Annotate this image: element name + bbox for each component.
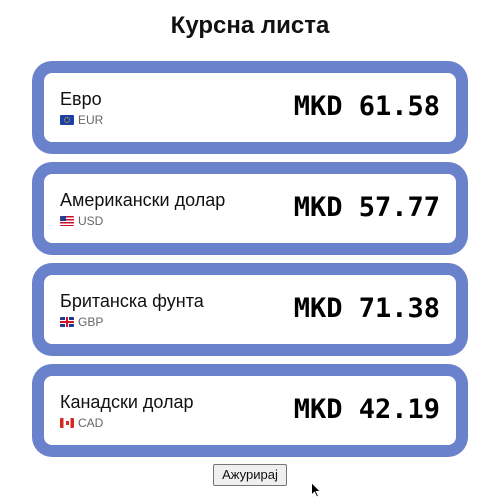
exchange-rate-value: MKD 57.77 <box>293 192 440 223</box>
currency-name: Канадски долар <box>60 392 194 412</box>
currency-code: CAD <box>78 416 104 430</box>
exchange-rate-value: MKD 42.19 <box>293 394 440 425</box>
gb-flag-icon <box>60 317 74 327</box>
exchange-rate-value: MKD 71.38 <box>293 293 440 324</box>
currency-name: Евро <box>60 89 102 109</box>
currency-name: Американски долар <box>60 190 226 210</box>
ca-flag-icon <box>60 418 74 428</box>
currency-code: USD <box>78 214 104 228</box>
us-flag-icon <box>60 216 74 226</box>
currency-code: GBP <box>78 315 104 329</box>
currency-code-row: CAD <box>60 416 103 430</box>
rate-card-list: Евро EUR MKD 61.58 Американски долар USD… <box>32 61 468 465</box>
rate-card-inner: Американски долар USD MKD 57.77 <box>44 174 456 243</box>
rate-card-eur: Евро EUR MKD 61.58 <box>32 61 468 154</box>
rate-card-cad: Канадски долар CAD MKD 42.19 <box>32 364 468 457</box>
exchange-rate-value: MKD 61.58 <box>293 91 440 122</box>
eu-flag-icon <box>60 115 74 125</box>
rate-card-usd: Американски долар USD MKD 57.77 <box>32 162 468 255</box>
update-button[interactable]: Ажурирај <box>213 464 287 486</box>
currency-code-row: EUR <box>60 113 103 127</box>
rate-card-inner: Канадски долар CAD MKD 42.19 <box>44 376 456 445</box>
mouse-pointer-icon <box>311 482 322 498</box>
rate-card-gbp: Британска фунта GBP MKD 71.38 <box>32 263 468 356</box>
currency-code: EUR <box>78 113 104 127</box>
exchange-rate-page: Курсна листа Евро EUR MKD 61.58 Американ… <box>0 0 487 498</box>
currency-name: Британска фунта <box>60 291 204 311</box>
page-title: Курсна листа <box>170 12 330 39</box>
currency-code-row: USD <box>60 214 103 228</box>
rate-card-inner: Евро EUR MKD 61.58 <box>44 73 456 142</box>
rate-card-inner: Британска фунта GBP MKD 71.38 <box>44 275 456 344</box>
currency-code-row: GBP <box>60 315 103 329</box>
